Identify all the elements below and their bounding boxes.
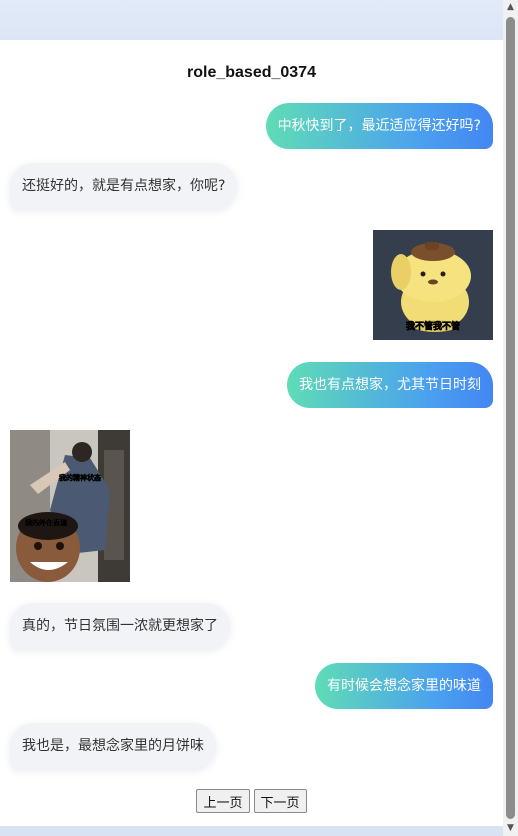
message-bubble-bot: 我也是，最想念家里的月饼味 [10,723,216,769]
message-bubble-user: 我也有点想家，尤其节日时刻 [287,362,493,408]
next-page-button[interactable]: 下一页 [253,789,307,813]
meme-caption-top: 我的精神状态 [59,473,101,482]
meme-sticker[interactable]: 我的精神状态 我的外在表现 [10,430,130,582]
prev-page-button[interactable]: 上一页 [196,789,250,813]
meme-caption-bottom: 我的外在表现 [25,518,67,527]
sticker-caption: 我不管我不管 [406,320,460,332]
message-bubble-user: 中秋快到了，最近适应得还好吗? [265,103,493,149]
message-bubble-bot: 还挺好的，就是有点想家，你呢? [10,163,238,209]
conversation-title: role_based_0374 [187,64,316,81]
scrollbar-thumb[interactable] [506,17,515,819]
message-bubble-user: 有时候会想念家里的味道 [315,663,493,709]
pompompurin-sticker[interactable]: 我不管我不管 [373,230,493,340]
message-bubble-bot: 真的，节日氛围一浓就更想家了 [10,603,230,649]
pagination: 上一页 下一页 [0,789,503,813]
scroll-up-icon[interactable]: ▲ [503,0,518,15]
vertical-scrollbar[interactable]: ▲ ▼ [503,0,518,836]
chat-panel: role_based_0374 中秋快到了，最近适应得还好吗? 还挺好的，就是有… [0,40,503,826]
bottom-banner [0,826,503,836]
scroll-down-icon[interactable]: ▼ [503,821,518,836]
top-banner [0,0,503,40]
